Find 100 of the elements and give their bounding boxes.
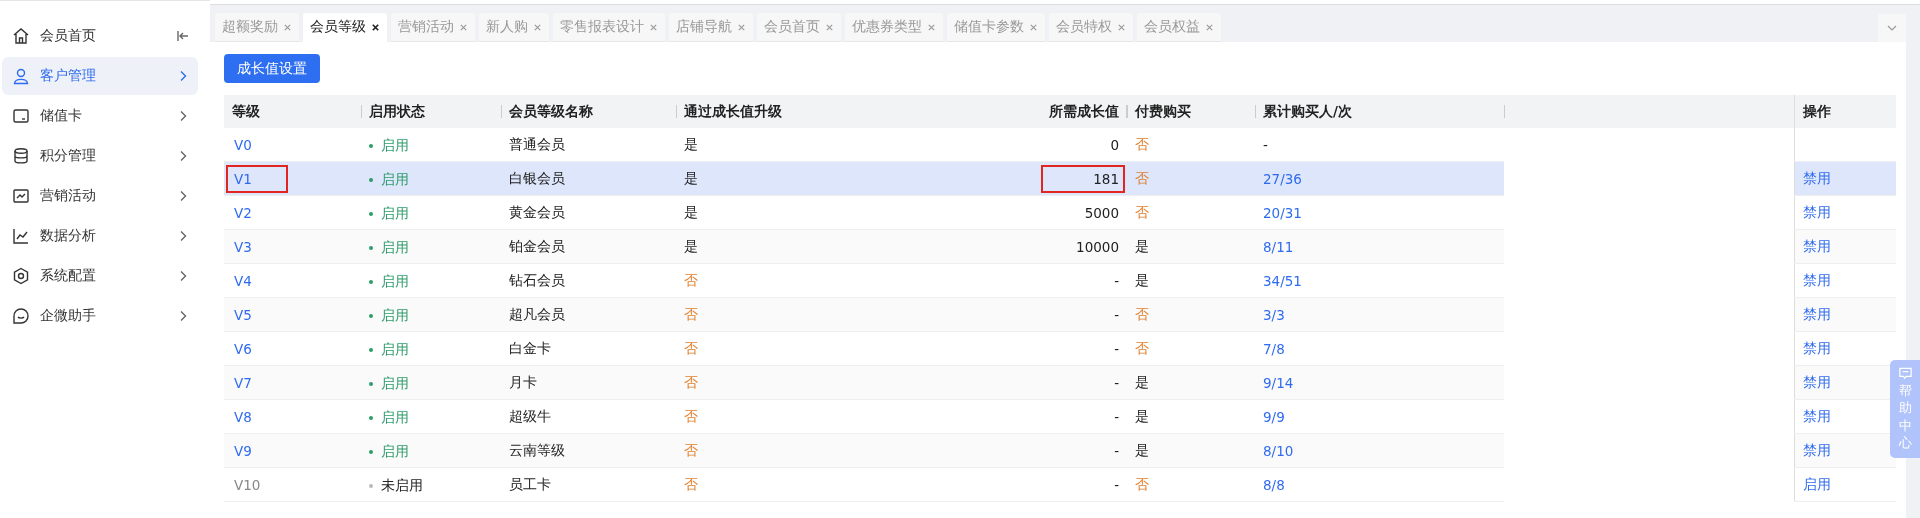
column-header: 操作 — [1794, 95, 1896, 128]
sidebar-label: 积分管理 — [40, 147, 97, 165]
count-link[interactable]: 9/14 — [1263, 374, 1294, 391]
action-link[interactable]: 禁用 — [1802, 441, 1831, 458]
level-cell[interactable]: V8 — [226, 402, 288, 431]
growth-settings-button[interactable]: 成长值设置 — [224, 54, 320, 83]
status-dot — [369, 279, 373, 284]
sidebar-item[interactable]: 系统配置 — [2, 257, 198, 295]
sidebar-item[interactable]: 积分管理 — [2, 137, 198, 175]
collapse-icon[interactable] — [176, 29, 190, 43]
sidebar-label: 储值卡 — [40, 107, 83, 125]
tab[interactable]: 会员等级 — [303, 13, 387, 42]
tab-label: 优惠券类型 — [852, 18, 922, 36]
table-cell: 是 — [1127, 433, 1255, 468]
tab[interactable]: 零售报表设计 — [553, 13, 665, 42]
table-cell: 是 — [1127, 399, 1255, 434]
action-link[interactable]: 禁用 — [1802, 271, 1831, 288]
status-text: 启用 — [381, 442, 409, 461]
status-text: 未启用 — [381, 476, 423, 495]
table-cell: 超凡会员 — [501, 297, 676, 332]
message-icon — [1897, 366, 1913, 381]
table-cell: 白银会员 — [501, 161, 676, 196]
sidebar-item[interactable]: 营销活动 — [2, 177, 198, 215]
column-header: 通过成长值升级 — [676, 95, 921, 128]
action-link[interactable]: 禁用 — [1802, 203, 1831, 220]
growth-cell-text: - — [1113, 271, 1120, 291]
status-text: 启用 — [381, 306, 409, 325]
home-icon — [12, 27, 30, 45]
tab-label: 超额奖励 — [222, 18, 278, 36]
status-dot — [369, 449, 373, 454]
status-text: 启用 — [381, 204, 409, 223]
tab-label: 储值卡参数 — [954, 18, 1024, 36]
table-cell: 否 — [1127, 331, 1255, 366]
action-link[interactable]: 禁用 — [1802, 373, 1831, 390]
tabs-dropdown-button[interactable] — [1878, 14, 1906, 42]
count-link[interactable]: 3/3 — [1263, 306, 1285, 323]
sidebar-item[interactable]: 企微助手 — [2, 297, 198, 335]
level-cell[interactable]: V4 — [226, 266, 288, 295]
level-cell[interactable]: V10 — [226, 470, 297, 499]
tab[interactable]: 会员特权 — [1049, 13, 1133, 42]
tab[interactable]: 营销活动 — [391, 13, 475, 42]
table-cell: 否 — [1127, 297, 1255, 332]
database-icon — [12, 147, 30, 165]
tab[interactable]: 店铺导航 — [669, 13, 753, 42]
table-cell: 是 — [676, 229, 921, 264]
growth-cell-text: - — [1113, 305, 1120, 325]
tab-label: 会员等级 — [310, 18, 366, 36]
level-cell[interactable]: V1 — [226, 164, 288, 193]
table-cell: 否 — [676, 365, 921, 400]
status-text: 启用 — [381, 408, 409, 427]
tab[interactable]: 新人购 — [479, 13, 549, 42]
tab[interactable]: 优惠券类型 — [845, 13, 943, 42]
count-link[interactable]: 7/8 — [1263, 340, 1285, 357]
count-link[interactable]: 27/36 — [1263, 170, 1302, 187]
status-dot — [369, 483, 373, 488]
action-link[interactable]: 禁用 — [1802, 237, 1831, 254]
count-link[interactable]: 34/51 — [1263, 272, 1302, 289]
table-cell: 黄金会员 — [501, 195, 676, 230]
tab-label: 会员特权 — [1056, 18, 1112, 36]
tab[interactable]: 超额奖励 — [215, 13, 299, 42]
sidebar-item[interactable]: 储值卡 — [2, 97, 198, 135]
status-dot — [369, 347, 373, 352]
action-link[interactable]: 禁用 — [1802, 305, 1831, 322]
tab-label: 会员首页 — [764, 18, 820, 36]
table-cell: 是 — [1127, 263, 1255, 298]
action-link[interactable]: 禁用 — [1802, 339, 1831, 356]
tab[interactable]: 会员首页 — [757, 13, 841, 42]
count-link[interactable]: 8/8 — [1263, 476, 1285, 493]
level-cell[interactable]: V0 — [226, 130, 288, 159]
column-header: 等级 — [224, 95, 361, 128]
settings-icon — [12, 267, 30, 285]
column-header: 付费购买 — [1127, 95, 1255, 128]
sidebar-item[interactable]: 数据分析 — [2, 217, 198, 255]
action-link[interactable]: 禁用 — [1802, 407, 1831, 424]
sidebar-label: 营销活动 — [40, 187, 97, 205]
table-cell: 月卡 — [501, 365, 676, 400]
growth-cell-text: 5000 — [1083, 203, 1120, 223]
growth-cell-text: 10000 — [1075, 237, 1120, 257]
sidebar-item[interactable]: 客户管理 — [2, 57, 198, 95]
growth-cell-text: - — [1113, 373, 1120, 393]
table-cell: 白金卡 — [501, 331, 676, 366]
status-text: 启用 — [381, 238, 409, 257]
count-link[interactable]: 9/9 — [1263, 408, 1285, 425]
count-link[interactable]: 8/11 — [1263, 238, 1294, 255]
table-cell: 普通会员 — [501, 128, 676, 162]
growth-cell-text: - — [1113, 407, 1120, 427]
tab-label: 会员权益 — [1144, 18, 1200, 36]
action-link[interactable]: 禁用 — [1802, 169, 1831, 186]
action-link[interactable]: 启用 — [1802, 475, 1831, 492]
level-cell[interactable]: V6 — [226, 334, 288, 363]
level-cell[interactable]: V2 — [226, 198, 288, 227]
column-header: 启用状态 — [361, 95, 501, 128]
close-icon[interactable] — [371, 22, 380, 32]
tab[interactable]: 储值卡参数 — [947, 13, 1045, 42]
count-link[interactable]: 8/10 — [1263, 442, 1294, 459]
sidebar-item[interactable]: 会员首页 — [2, 17, 198, 55]
count-link[interactable]: 20/31 — [1263, 204, 1302, 221]
table-cell: 是 — [676, 161, 921, 196]
chart-icon — [12, 187, 30, 205]
tab[interactable]: 会员权益 — [1137, 13, 1221, 42]
